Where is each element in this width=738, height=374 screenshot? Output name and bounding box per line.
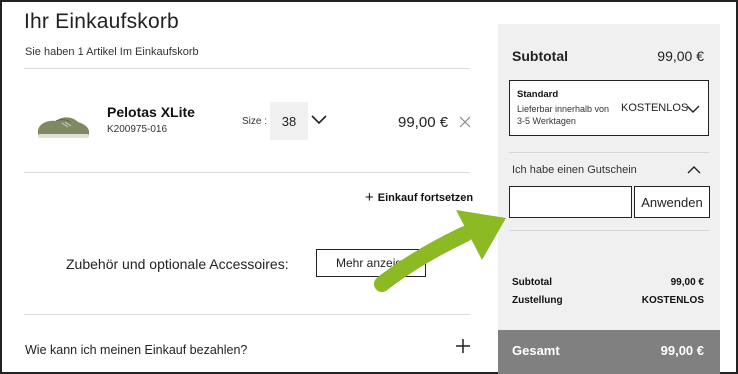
size-dropdown-toggle[interactable] — [310, 113, 328, 127]
product-reference: K200975-016 — [107, 124, 168, 135]
coupon-code-input[interactable] — [509, 186, 632, 218]
shoe-thumbnail — [38, 117, 89, 138]
size-label: Size : — [242, 116, 268, 127]
divider — [24, 68, 470, 69]
total-value: 99,00 € — [660, 343, 704, 358]
chevron-down-icon — [686, 105, 700, 113]
payment-question[interactable]: Wie kann ich meinen Einkauf bezahlen? — [25, 343, 247, 357]
summary-row-value: 99,00 € — [670, 277, 704, 288]
product-name[interactable]: Pelotas XLite — [107, 104, 195, 120]
divider — [24, 314, 470, 315]
divider — [509, 152, 709, 153]
page-title: Ihr Einkaufskorb — [24, 10, 179, 33]
total-label: Gesamt — [512, 343, 560, 358]
shipping-method-name: Standard — [517, 89, 559, 100]
summary-row-label: Subtotal — [512, 277, 552, 288]
apply-coupon-button[interactable]: Anwenden — [634, 186, 710, 218]
continue-shopping-link[interactable]: + Einkauf fortsetzen — [365, 189, 473, 206]
remove-item-button[interactable] — [458, 115, 472, 129]
plus-icon — [456, 339, 470, 353]
continue-shopping-label: Einkauf fortsetzen — [377, 191, 474, 204]
size-select[interactable]: 38 — [270, 102, 308, 140]
coupon-collapse-toggle[interactable] — [687, 163, 701, 175]
expand-payment-button[interactable] — [455, 338, 471, 354]
accessories-label: Zubehör und optionale Accessoires: — [66, 256, 289, 272]
close-icon — [459, 116, 471, 128]
coupon-label: Ich habe einen Gutschein — [512, 164, 637, 176]
chevron-down-icon — [311, 115, 327, 125]
product-price: 99,00 € — [398, 114, 449, 131]
subtotal-value: 99,00 € — [657, 48, 704, 64]
divider — [509, 230, 709, 231]
shipping-method-description: Lieferbar innerhalb von 3-5 Werktagen — [517, 104, 610, 126]
shipping-dropdown-toggle[interactable] — [686, 102, 700, 114]
subtotal-label: Subtotal — [512, 48, 568, 64]
show-more-button[interactable]: Mehr anzeigen — [316, 249, 426, 277]
shipping-method-price: KOSTENLOS — [621, 102, 689, 114]
summary-row-label: Zustellung — [512, 295, 563, 306]
product-image[interactable] — [34, 110, 92, 142]
chevron-up-icon — [687, 166, 701, 174]
summary-row-value: KOSTENLOS — [641, 295, 704, 306]
divider — [24, 172, 470, 173]
cart-item-count: Sie haben 1 Artikel Im Einkaufskorb — [25, 46, 199, 58]
size-value: 38 — [281, 113, 297, 129]
plus-icon: + — [365, 189, 374, 206]
